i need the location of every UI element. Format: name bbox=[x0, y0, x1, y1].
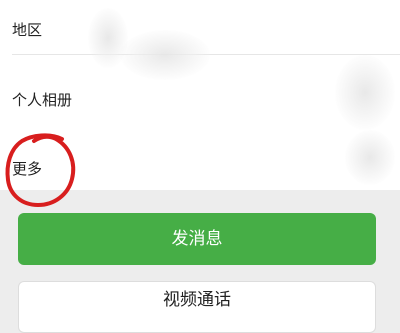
profile-item-photo-album-label: 个人相册 bbox=[12, 91, 73, 109]
profile-item-more[interactable]: 更多 bbox=[0, 130, 400, 190]
video-call-button[interactable]: 视频通话 bbox=[18, 281, 376, 333]
profile-detail-list: 地区 个人相册 更多 bbox=[0, 0, 400, 190]
profile-item-region[interactable]: 地区 bbox=[0, 0, 400, 55]
profile-item-more-label: 更多 bbox=[12, 160, 43, 178]
send-message-button[interactable]: 发消息 bbox=[18, 213, 376, 265]
profile-item-photo-album[interactable]: 个人相册 bbox=[0, 55, 400, 130]
profile-item-region-label: 地区 bbox=[12, 21, 43, 39]
